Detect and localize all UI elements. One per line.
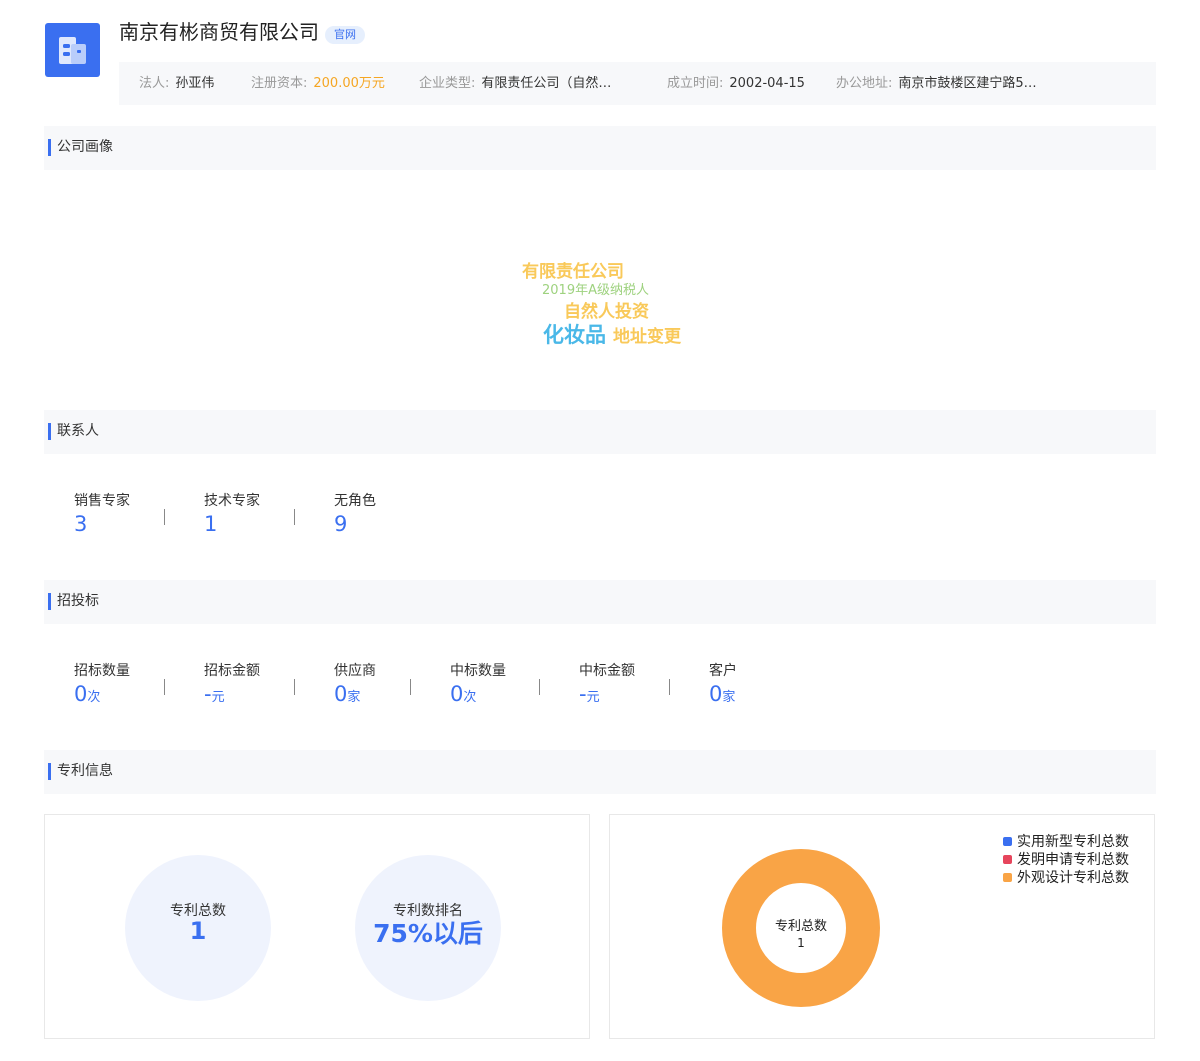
bidding-stat-value: 0: [709, 682, 723, 706]
company-type-label: 企业类型:: [419, 76, 476, 91]
cloud-word-1: 2019年A级纳税人: [542, 283, 649, 298]
office-address-value: 南京市鼓楼区建宁路5…: [898, 76, 1037, 91]
cloud-word-3: 化妆品: [543, 323, 606, 347]
stat-divider: [294, 679, 295, 695]
bidding-stat-value: 0: [334, 682, 348, 706]
contact-stat-tech[interactable]: 技术专家 1: [204, 491, 260, 537]
legend-item-utility[interactable]: 实用新型专利总数: [1003, 833, 1129, 851]
bidding-stat-label: 客户: [709, 663, 737, 679]
section-accent-bar: [48, 139, 51, 156]
patent-total-circle: 专利总数 1: [125, 855, 271, 1001]
stat-divider: [410, 679, 411, 695]
donut-center-label: 专利总数: [775, 919, 827, 934]
section-accent-bar: [48, 593, 51, 610]
bidding-stat-value: 0: [74, 682, 88, 706]
legal-person-label: 法人:: [139, 76, 170, 91]
bidding-stat-value: -: [204, 682, 212, 706]
section-accent-bar: [48, 763, 51, 780]
bidding-stat-label: 中标数量: [450, 663, 506, 679]
section-title-patents: 专利信息: [57, 763, 113, 779]
bidding-stat-unit: 次: [463, 690, 477, 705]
company-name: 南京有彬商贸有限公司: [119, 20, 319, 44]
legend-dot: [1003, 872, 1012, 882]
bidding-stat-win-amount[interactable]: 中标金额 -元: [579, 661, 635, 711]
bidding-stat-value: 0: [450, 682, 464, 706]
bidding-stat-label: 招标金额: [204, 663, 260, 679]
stat-divider: [669, 679, 670, 695]
chart-legend: 实用新型专利总数 发明申请专利总数 外观设计专利总数: [1003, 833, 1129, 887]
patent-chart-panel: 专利总数 1 实用新型专利总数 发明申请专利总数 外观设计专利总数: [609, 814, 1155, 1039]
office-address-label: 办公地址:: [836, 76, 893, 91]
stat-divider: [164, 679, 165, 695]
patent-total-value: 1: [189, 917, 207, 945]
cloud-word-4: 地址变更: [613, 327, 681, 347]
section-title-portrait: 公司画像: [57, 139, 113, 155]
patent-rank-circle: 专利数排名 75%以后: [355, 855, 501, 1001]
bidding-stat-win-count[interactable]: 中标数量 0次: [450, 661, 506, 711]
legal-person: 法人: 孙亚伟: [139, 62, 214, 105]
office-address: 办公地址: 南京市鼓楼区建宁路5…: [836, 62, 1037, 105]
bidding-stat-tender-amount[interactable]: 招标金额 -元: [204, 661, 260, 711]
bidding-stat-unit: 家: [722, 690, 736, 705]
section-title-contacts: 联系人: [57, 423, 99, 439]
bidding-stat-unit: 元: [211, 690, 225, 705]
bidding-stat-customers[interactable]: 客户 0家: [709, 661, 737, 711]
patent-rank-value: 75%以后: [373, 919, 483, 948]
contact-stat-no-role[interactable]: 无角色 9: [334, 491, 376, 537]
bidding-stat-tender-count[interactable]: 招标数量 0次: [74, 661, 130, 711]
legal-person-value[interactable]: 孙亚伟: [175, 62, 214, 105]
bidding-stat-label: 中标金额: [579, 663, 635, 679]
bidding-stat-label: 招标数量: [74, 663, 130, 679]
bidding-stat-suppliers[interactable]: 供应商 0家: [334, 661, 376, 711]
contact-stat-sales[interactable]: 销售专家 3: [74, 491, 130, 537]
donut-center-value: 1: [797, 936, 805, 950]
registered-capital-label: 注册资本:: [251, 76, 308, 91]
legend-item-design[interactable]: 外观设计专利总数: [1003, 869, 1129, 887]
building-icon: [59, 37, 86, 64]
legend-label: 发明申请专利总数: [1017, 852, 1129, 868]
contact-stat-value: 9: [334, 512, 348, 536]
legend-dot: [1003, 854, 1012, 864]
contact-stat-label: 销售专家: [74, 493, 130, 509]
founded-date-label: 成立时间:: [667, 76, 724, 91]
stat-divider: [164, 509, 165, 525]
legend-item-invention[interactable]: 发明申请专利总数: [1003, 851, 1129, 869]
legend-label: 实用新型专利总数: [1017, 834, 1129, 850]
section-header-contacts: 联系人: [44, 410, 1156, 454]
section-header-patents: 专利信息: [44, 750, 1156, 794]
contact-stat-label: 技术专家: [204, 493, 260, 509]
section-header-bidding: 招投标: [44, 580, 1156, 624]
contact-stat-value: 1: [204, 512, 218, 536]
company-type-value: 有限责任公司（自然…: [481, 76, 612, 91]
bidding-stat-unit: 元: [586, 690, 600, 705]
patent-summary-panel: 专利总数 1 专利数排名 75%以后: [44, 814, 590, 1039]
contact-stat-label: 无角色: [334, 493, 376, 509]
section-title-bidding: 招投标: [57, 593, 99, 609]
legend-label: 外观设计专利总数: [1017, 870, 1129, 886]
company-logo: [45, 23, 100, 77]
contact-stat-value: 3: [74, 512, 88, 536]
company-info-bar: 法人: 孙亚伟 注册资本: 200.00万元 企业类型: 有限责任公司（自然… 成立时…: [119, 62, 1156, 105]
patent-donut-chart: 专利总数 1: [722, 849, 880, 1007]
registered-capital: 注册资本: 200.00万元: [251, 62, 385, 105]
company-type: 企业类型: 有限责任公司（自然…: [419, 62, 611, 105]
section-header-portrait: 公司画像: [44, 126, 1156, 170]
bidding-stat-label: 供应商: [334, 663, 376, 679]
founded-date-value: 2002-04-15: [729, 76, 805, 91]
legend-dot: [1003, 836, 1012, 846]
stat-divider: [294, 509, 295, 525]
bidding-stat-value: -: [579, 682, 587, 706]
bidding-stat-unit: 次: [87, 690, 101, 705]
registered-capital-value: 200.00万元: [313, 76, 385, 91]
section-accent-bar: [48, 423, 51, 440]
founded-date: 成立时间: 2002-04-15: [667, 62, 805, 105]
bidding-stat-unit: 家: [347, 690, 361, 705]
official-site-link[interactable]: 官网: [325, 26, 365, 44]
stat-divider: [539, 679, 540, 695]
